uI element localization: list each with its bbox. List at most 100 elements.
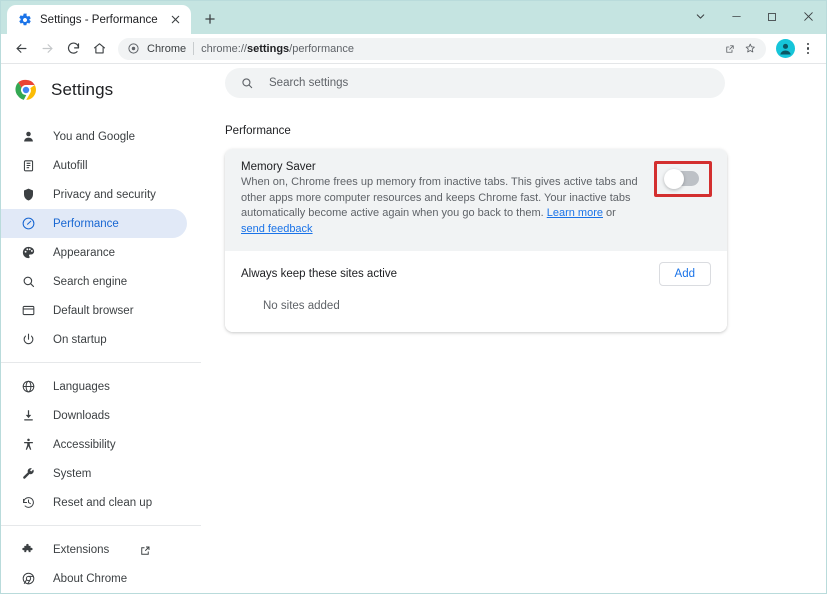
home-icon[interactable] — [86, 36, 112, 62]
no-sites-added-text: No sites added — [263, 300, 711, 312]
new-tab-button[interactable] — [196, 5, 224, 33]
back-arrow-icon[interactable] — [8, 36, 34, 62]
memory-saver-title: Memory Saver — [241, 161, 640, 173]
omnibox-url: chrome://settings/performance — [201, 43, 713, 55]
sidebar-item-accessibility[interactable]: Accessibility — [1, 430, 187, 459]
sidebar-item-label: Reset and clean up — [53, 497, 152, 509]
always-active-row: Always keep these sites active Add No si… — [225, 251, 727, 332]
url-prefix: chrome:// — [201, 43, 247, 55]
sidebar-item-search-engine[interactable]: Search engine — [1, 267, 187, 296]
url-suffix: /performance — [289, 43, 354, 55]
chevron-down-icon[interactable] — [682, 1, 718, 32]
shield-icon — [20, 187, 36, 203]
sidebar-item-reset-and-clean-up[interactable]: Reset and clean up — [1, 488, 187, 517]
browser-tab[interactable]: Settings - Performance — [7, 5, 191, 34]
sidebar-item-performance[interactable]: Performance — [1, 209, 187, 238]
browser-toolbar: Chrome chrome://settings/performance — [1, 34, 826, 64]
omnibox-divider — [193, 42, 194, 55]
chrome-logo-icon — [15, 79, 37, 101]
tab-strip: Settings - Performance — [1, 1, 826, 34]
sidebar-item-system[interactable]: System — [1, 459, 187, 488]
sidebar-item-label: Performance — [53, 218, 119, 230]
sidebar-item-label: Extensions — [53, 544, 109, 556]
chrome-outline-icon — [20, 571, 36, 587]
sidebar-item-on-startup[interactable]: On startup — [1, 325, 187, 354]
sidebar-item-downloads[interactable]: Downloads — [1, 401, 187, 430]
accessibility-icon — [20, 437, 36, 453]
browser-window-icon — [20, 303, 36, 319]
sidebar-item-privacy-and-security[interactable]: Privacy and security — [1, 180, 187, 209]
toggle-knob — [664, 169, 684, 189]
learn-more-link[interactable]: Learn more — [547, 207, 603, 219]
memory-saver-toggle[interactable] — [666, 171, 699, 186]
window-controls — [682, 1, 826, 32]
sidebar-item-languages[interactable]: Languages — [1, 372, 187, 401]
settings-main: Search settings Performance Memory Saver… — [201, 64, 826, 593]
address-bar[interactable]: Chrome chrome://settings/performance — [118, 38, 766, 60]
search-icon — [240, 76, 254, 90]
sidebar-item-label: Search engine — [53, 276, 127, 288]
sidebar-item-label: On startup — [53, 334, 107, 346]
chrome-settings-icon — [127, 42, 140, 55]
sidebar-item-about-chrome[interactable]: About Chrome — [1, 564, 187, 593]
history-restore-icon — [20, 495, 36, 511]
settings-sidebar: Settings You and Google Autofill — [1, 64, 201, 593]
sidebar-item-label: Default browser — [53, 305, 134, 317]
always-active-title: Always keep these sites active — [241, 268, 397, 280]
sidebar-nav-group-2: Languages Downloads Accessibility — [1, 372, 201, 517]
settings-brand: Settings — [1, 67, 201, 113]
three-dot-menu-icon[interactable] — [797, 37, 819, 61]
settings-page: Settings You and Google Autofill — [1, 64, 826, 593]
sidebar-divider — [1, 525, 201, 526]
wrench-icon — [20, 466, 36, 482]
memory-saver-description: When on, Chrome frees up memory from ina… — [241, 175, 640, 237]
memory-saver-text: Memory Saver When on, Chrome frees up me… — [241, 161, 640, 237]
forward-arrow-icon — [34, 36, 60, 62]
close-icon[interactable] — [167, 12, 183, 28]
sidebar-divider — [1, 362, 201, 363]
browser-window: Settings - Performance — [0, 0, 827, 594]
sidebar-item-label: Downloads — [53, 410, 110, 422]
globe-icon — [20, 379, 36, 395]
download-icon — [20, 408, 36, 424]
sidebar-nav-group-1: You and Google Autofill Privacy and secu… — [1, 122, 201, 354]
sidebar-item-extensions[interactable]: Extensions — [1, 535, 187, 564]
sidebar-item-label: You and Google — [53, 131, 135, 143]
sidebar-item-appearance[interactable]: Appearance — [1, 238, 187, 267]
memory-saver-row: Memory Saver When on, Chrome frees up me… — [225, 149, 727, 251]
sidebar-item-autofill[interactable]: Autofill — [1, 151, 187, 180]
sidebar-item-default-browser[interactable]: Default browser — [1, 296, 187, 325]
sidebar-item-label: About Chrome — [53, 573, 127, 585]
person-icon — [20, 129, 36, 145]
palette-icon — [20, 245, 36, 261]
maximize-icon[interactable] — [754, 1, 790, 32]
search-placeholder: Search settings — [269, 77, 348, 89]
sidebar-item-label: Languages — [53, 381, 110, 393]
sidebar-item-you-and-google[interactable]: You and Google — [1, 122, 187, 151]
clipboard-icon — [20, 158, 36, 174]
section-title-performance: Performance — [225, 125, 826, 137]
tab-title: Settings - Performance — [40, 14, 159, 26]
add-button[interactable]: Add — [659, 262, 711, 286]
external-link-icon — [139, 544, 151, 556]
share-icon[interactable] — [720, 39, 739, 58]
memory-saver-toggle-wrap — [654, 161, 711, 196]
speedometer-icon — [20, 216, 36, 232]
description-or: or — [603, 207, 616, 219]
omnibox-chip-label: Chrome — [147, 43, 186, 55]
send-feedback-link[interactable]: send feedback — [241, 223, 313, 235]
power-icon — [20, 332, 36, 348]
search-icon — [20, 274, 36, 290]
search-settings-field[interactable]: Search settings — [225, 68, 725, 98]
minimize-icon[interactable] — [718, 1, 754, 32]
always-active-header: Always keep these sites active Add — [241, 261, 711, 287]
page-title: Settings — [51, 80, 113, 100]
sidebar-nav-group-3: Extensions About Chrome — [1, 535, 201, 593]
bookmark-star-icon[interactable] — [741, 39, 760, 58]
reload-icon[interactable] — [60, 36, 86, 62]
puzzle-piece-icon — [20, 542, 36, 558]
profile-avatar[interactable] — [776, 39, 795, 58]
omnibox-actions — [720, 39, 760, 58]
close-icon[interactable] — [790, 1, 826, 32]
performance-card: Memory Saver When on, Chrome frees up me… — [225, 149, 727, 332]
